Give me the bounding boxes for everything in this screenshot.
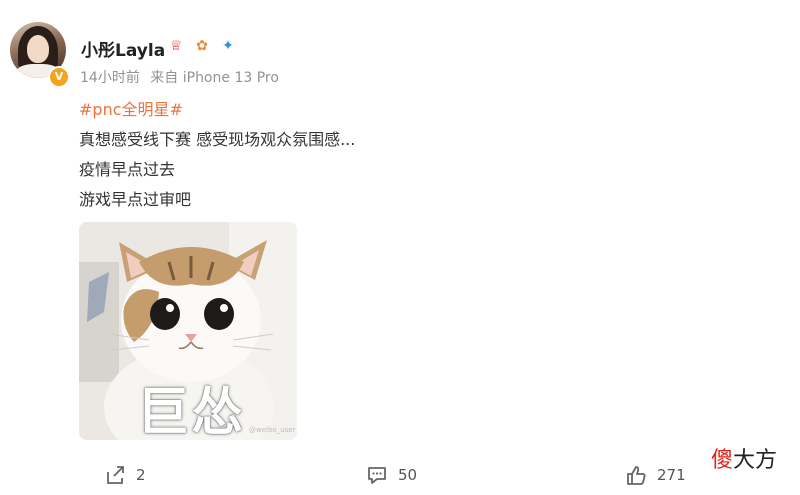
post-source: 来自 iPhone 13 Pro	[150, 70, 279, 86]
user-badges: ♕ ✿ ✦	[166, 36, 238, 56]
verified-badge-icon: V	[48, 66, 70, 88]
post-image[interactable]: 巨怂 @weibo_user	[79, 222, 297, 440]
repost-count: 2	[136, 466, 146, 484]
weibo-post: V 小彤Layla ♕ ✿ ✦ 14小时前 来自 iPhone 13 Pro #…	[0, 0, 800, 495]
image-caption: 巨怂	[137, 383, 246, 440]
corner-watermark: 傻大方	[711, 442, 777, 474]
image-watermark: @weibo_user	[249, 426, 296, 434]
thumbs-up-icon	[627, 466, 646, 485]
blue-planet-icon[interactable]: ✦	[218, 36, 238, 56]
post-text-line: 游戏早点过审吧	[79, 190, 192, 209]
corner-watermark-rest: 大方	[733, 448, 778, 473]
username[interactable]: 小彤Layla	[81, 36, 165, 61]
post-text-line: 真想感受线下赛 感受现场观众氛围感...	[79, 130, 356, 149]
like-count: 271	[657, 466, 686, 484]
post-meta: 14小时前 来自 iPhone 13 Pro	[80, 67, 279, 87]
fan-badge-icon[interactable]: ✿	[192, 36, 212, 56]
comment-count: 50	[398, 466, 418, 484]
avatar-face	[27, 35, 49, 63]
vip-crown-icon[interactable]: ♕	[166, 36, 186, 56]
comment-button[interactable]: 50	[366, 464, 417, 486]
hashtag-link[interactable]: #pnc全明星#	[79, 96, 183, 120]
post-text-line: 疫情早点过去	[79, 160, 176, 179]
share-icon	[107, 466, 124, 484]
like-button[interactable]: 271	[625, 464, 686, 486]
post-time[interactable]: 14小时前	[80, 70, 140, 86]
comment-icon	[368, 467, 386, 484]
corner-watermark-first: 傻	[711, 448, 734, 473]
repost-button[interactable]: 2	[104, 464, 146, 486]
